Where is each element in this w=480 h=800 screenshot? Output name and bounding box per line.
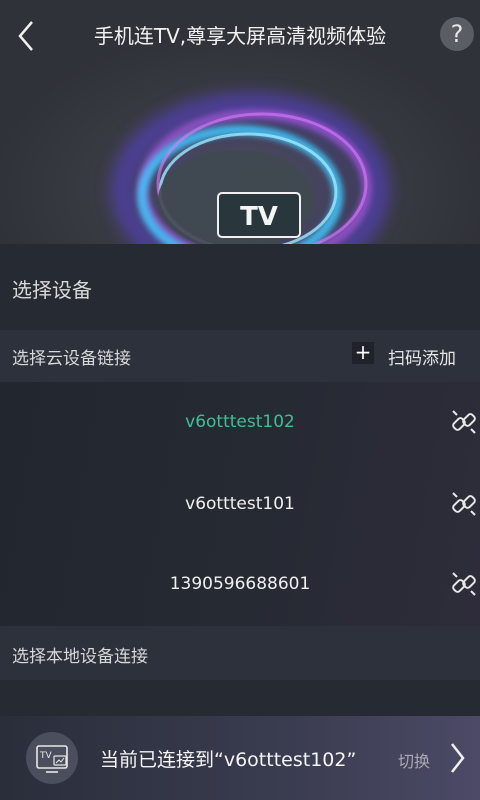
cloud-device-label: 选择云设备链接 (12, 349, 131, 369)
scan-add-label: 扫码添加 (388, 349, 456, 369)
header: 手机连TV,尊享大屏高清视频体验 ? (0, 0, 480, 72)
unlink-icon (452, 492, 476, 516)
chevron-right-icon (451, 743, 465, 773)
tv-badge: TV (217, 192, 301, 238)
page-title: 手机连TV,尊享大屏高清视频体验 (93, 24, 387, 48)
plus-icon: + (352, 342, 374, 364)
section-title: 选择设备 (12, 278, 92, 302)
cloud-device-list: v6otttest102 v6otttest101 1390596688601 (0, 382, 480, 626)
local-device-list (0, 680, 480, 716)
unlink-icon (452, 410, 476, 434)
scan-add-button[interactable]: + 扫码添加 (352, 342, 470, 370)
device-row[interactable]: 1390596688601 (0, 544, 480, 626)
unlink-icon (452, 572, 476, 596)
device-name: 1390596688601 (169, 574, 311, 594)
question-icon: ? (450, 20, 464, 48)
device-row[interactable]: v6otttest101 (0, 464, 480, 546)
unlink-button[interactable] (450, 490, 478, 518)
local-device-header: 选择本地设备连接 (0, 626, 480, 680)
select-device-section: 选择设备 (0, 244, 480, 330)
device-name: v6otttest101 (185, 494, 295, 514)
tv-icon: TV (26, 732, 78, 784)
unlink-button[interactable] (450, 570, 478, 598)
unlink-button[interactable] (450, 408, 478, 436)
cloud-device-header: 选择云设备链接 + 扫码添加 (0, 330, 480, 382)
chevron-left-icon (18, 21, 33, 51)
device-row[interactable]: v6otttest102 (0, 382, 480, 464)
device-name: v6otttest102 (185, 412, 295, 432)
connection-status-bar[interactable]: TV 当前已连接到“v6otttest102” 切换 (0, 716, 480, 800)
next-button[interactable] (446, 740, 468, 776)
connection-status-text: 当前已连接到“v6otttest102” (100, 749, 357, 771)
switch-button[interactable]: 切换 (398, 748, 430, 772)
local-device-label: 选择本地设备连接 (12, 647, 148, 667)
back-button[interactable] (12, 16, 44, 56)
tv-icon-label: TV (39, 751, 52, 761)
help-button[interactable]: ? (440, 17, 474, 51)
